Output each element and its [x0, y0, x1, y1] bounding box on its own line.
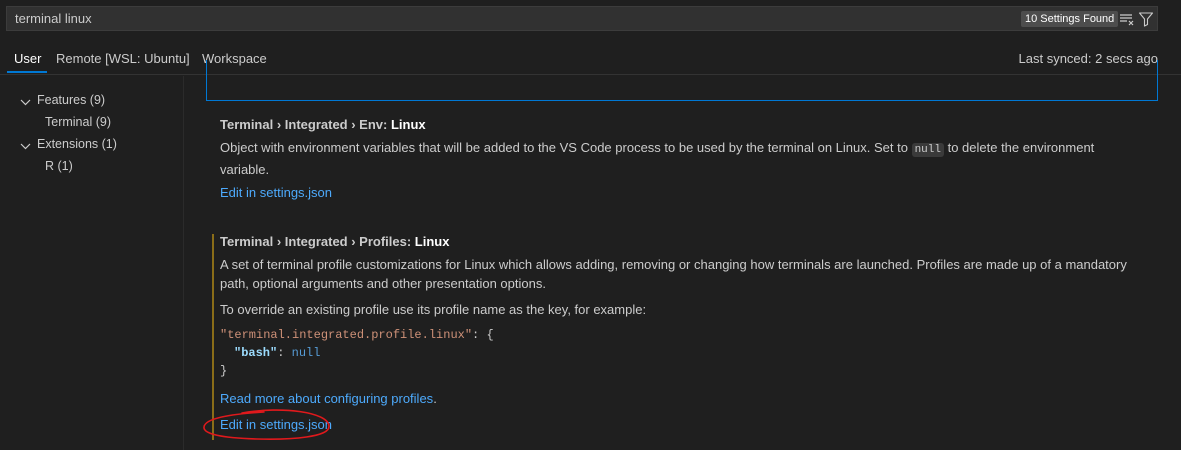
read-more-profiles-link[interactable]: Read more about configuring profiles — [220, 391, 433, 406]
clear-filter-icon[interactable] — [1119, 11, 1135, 27]
toc-item-features[interactable]: Features (9) — [37, 93, 105, 107]
code-example-line-2: "bash": null — [234, 346, 320, 360]
toc-item-r[interactable]: R (1) — [45, 159, 73, 173]
tab-user[interactable]: User — [14, 51, 41, 66]
setting-title-env-linux: Terminal › Integrated › Env: Linux — [220, 117, 426, 132]
results-count-badge: 10 Settings Found — [1021, 11, 1119, 27]
toc-item-terminal[interactable]: Terminal (9) — [45, 115, 111, 129]
setting-description-env-linux: Object with environment variables that w… — [220, 138, 1140, 179]
setting-title-profiles-linux: Terminal › Integrated › Profiles: Linux — [220, 234, 449, 249]
setting-category: Terminal › Integrated › Env: — [220, 117, 391, 132]
code-punctuation: : { — [472, 328, 494, 342]
read-more-line: Read more about configuring profiles. — [220, 389, 437, 408]
code-example-line-3: } — [220, 364, 227, 378]
chevron-down-icon[interactable] — [20, 140, 31, 150]
filter-icon[interactable] — [1138, 11, 1154, 27]
setting-description-override: To override an existing profile use its … — [220, 302, 647, 317]
settings-search-input[interactable] — [7, 7, 995, 30]
inline-code-null: null — [911, 143, 944, 157]
period: . — [433, 391, 437, 406]
edit-in-settings-json-link[interactable]: Edit in settings.json — [220, 185, 332, 200]
toc-item-extensions[interactable]: Extensions (1) — [37, 137, 117, 151]
code-example-line-1: "terminal.integrated.profile.linux": { — [220, 328, 494, 342]
setting-description-profiles-linux: A set of terminal profile customizations… — [220, 257, 1127, 291]
code-null: null — [291, 346, 321, 360]
code-string: "terminal.integrated.profile.linux" — [220, 328, 473, 342]
active-tab-indicator — [7, 71, 47, 73]
setting-key: Linux — [414, 234, 450, 249]
code-punctuation: : — [277, 346, 292, 360]
description-text: Object with environment variables that w… — [220, 140, 912, 155]
annotation-circle — [203, 409, 330, 440]
previous-setting-editor-box — [206, 60, 1158, 101]
code-key: "bash" — [234, 346, 278, 360]
code-punctuation: } — [220, 364, 228, 378]
settings-search-bar: 10 Settings Found — [6, 6, 1158, 31]
toc-divider — [183, 76, 184, 450]
setting-category: Terminal › Integrated › Profiles: — [220, 234, 415, 249]
chevron-down-icon[interactable] — [20, 96, 31, 106]
tab-remote-wsl[interactable]: Remote [WSL: Ubuntu] — [56, 51, 190, 66]
setting-key: Linux — [390, 117, 426, 132]
